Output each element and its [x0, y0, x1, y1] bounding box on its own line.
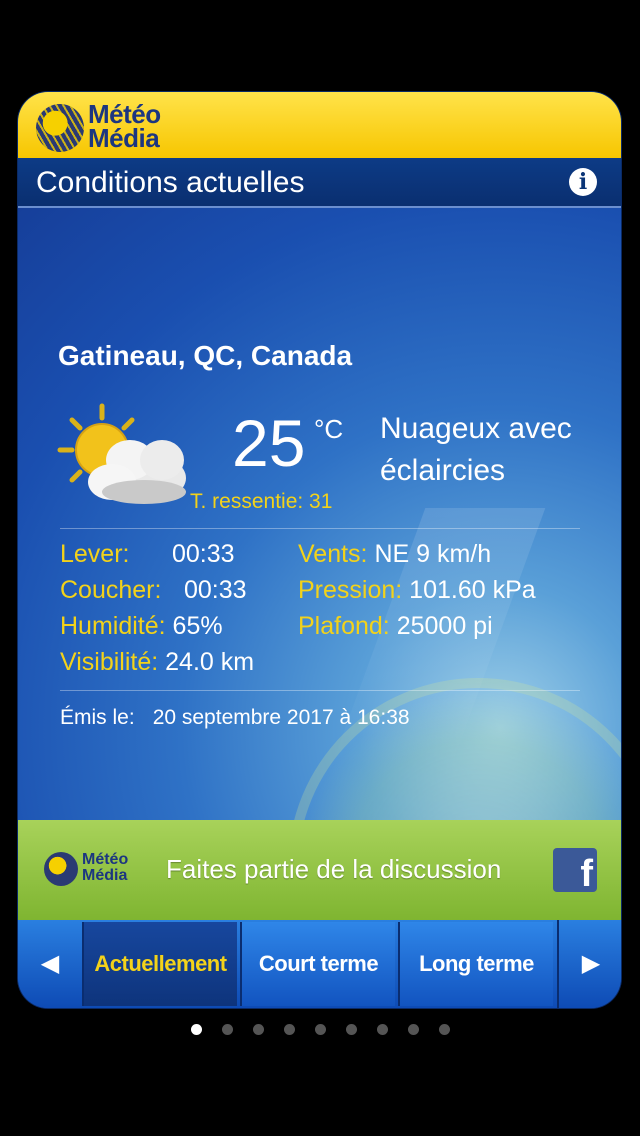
page-dot[interactable]: [252, 1024, 264, 1035]
visibility-row: Visibilité: 24.0 km: [60, 648, 254, 677]
page-dot[interactable]: [283, 1024, 295, 1035]
pressure-label: Pression:: [298, 576, 403, 604]
pressure-value: 101.60 kPa: [409, 576, 536, 604]
pressure-row: Pression: 101.60 kPa: [298, 576, 536, 605]
page-dot[interactable]: [314, 1024, 326, 1035]
sunrise-value: 00:33: [172, 540, 235, 568]
nav-left-arrow-icon[interactable]: ◀: [18, 920, 82, 1008]
visibility-label: Visibilité:: [60, 648, 159, 676]
background-sun-graphic: [288, 678, 621, 820]
sunset-label: Coucher:: [60, 576, 162, 604]
nav-right-arrow-icon[interactable]: ▶: [557, 920, 621, 1008]
globe-icon: [44, 852, 78, 886]
tab-court-terme[interactable]: Court terme: [240, 922, 395, 1006]
sunset-value: 00:33: [184, 576, 247, 604]
current-conditions-panel: Gatineau, QC, Canada 25 °C T. ressentie:…: [18, 208, 621, 820]
partly-cloudy-icon: [57, 403, 186, 504]
visibility-value: 24.0 km: [165, 648, 255, 676]
banner-logo-line2: Média: [82, 867, 128, 884]
wind-label: Vents:: [298, 540, 368, 568]
page-dot[interactable]: [438, 1024, 450, 1035]
sunrise-row: Lever:: [60, 540, 129, 569]
ceiling-row: Plafond: 25000 pi: [298, 612, 493, 641]
issued-value: 20 septembre 2017 à 16:38: [152, 706, 410, 729]
brand-header: Météo Média: [18, 92, 621, 158]
facebook-icon[interactable]: f: [553, 848, 597, 892]
sunrise-label: Lever:: [60, 540, 130, 568]
sunset-row: Coucher:: [60, 576, 161, 605]
weather-widget: Météo Média Conditions actuelles i Gatin…: [18, 92, 621, 1008]
page-indicator[interactable]: [0, 1022, 640, 1038]
page-dot[interactable]: [345, 1024, 357, 1035]
tab-actuellement[interactable]: Actuellement: [82, 922, 237, 1006]
location-name: Gatineau, QC, Canada: [58, 340, 353, 371]
forecast-nav: ◀ Actuellement Court terme Long terme ▶: [18, 920, 621, 1008]
info-icon[interactable]: i: [569, 168, 597, 196]
page-title: Conditions actuelles: [36, 166, 305, 199]
wind-value: NE 9 km/h: [374, 540, 492, 568]
ceiling-value: 25000 pi: [396, 612, 493, 640]
page-dot[interactable]: [221, 1024, 233, 1035]
title-bar: Conditions actuelles i: [18, 158, 621, 208]
banner-logo: Météo Média: [44, 850, 144, 890]
divider: [60, 528, 580, 529]
globe-icon: [36, 104, 84, 152]
temperature-unit: °C: [314, 414, 344, 444]
issued-label: Émis le:: [60, 706, 135, 729]
meteomedia-logo: Météo Média: [36, 100, 186, 154]
page-dot[interactable]: [190, 1024, 202, 1035]
humidity-value: 65%: [172, 612, 223, 640]
banner-text: Faites partie de la discussion: [166, 854, 502, 884]
page-dot[interactable]: [376, 1024, 388, 1035]
feels-like: T. ressentie: 31: [190, 490, 333, 513]
condition-text: Nuageux avec éclaircies: [380, 412, 572, 487]
humidity-row: Humidité: 65%: [60, 612, 223, 641]
divider: [60, 690, 580, 691]
humidity-label: Humidité:: [60, 612, 166, 640]
page-dot[interactable]: [407, 1024, 419, 1035]
logo-line2: Média: [88, 123, 160, 153]
ceiling-label: Plafond:: [298, 612, 390, 640]
temperature-value: 25: [232, 406, 306, 480]
tab-long-terme[interactable]: Long terme: [398, 922, 553, 1006]
social-banner[interactable]: Météo Média Faites partie de la discussi…: [18, 820, 621, 920]
banner-logo-line1: Météo: [82, 851, 129, 868]
wind-row: Vents: NE 9 km/h: [298, 540, 491, 569]
issued-time: Émis le: 20 septembre 2017 à 16:38: [60, 706, 410, 730]
